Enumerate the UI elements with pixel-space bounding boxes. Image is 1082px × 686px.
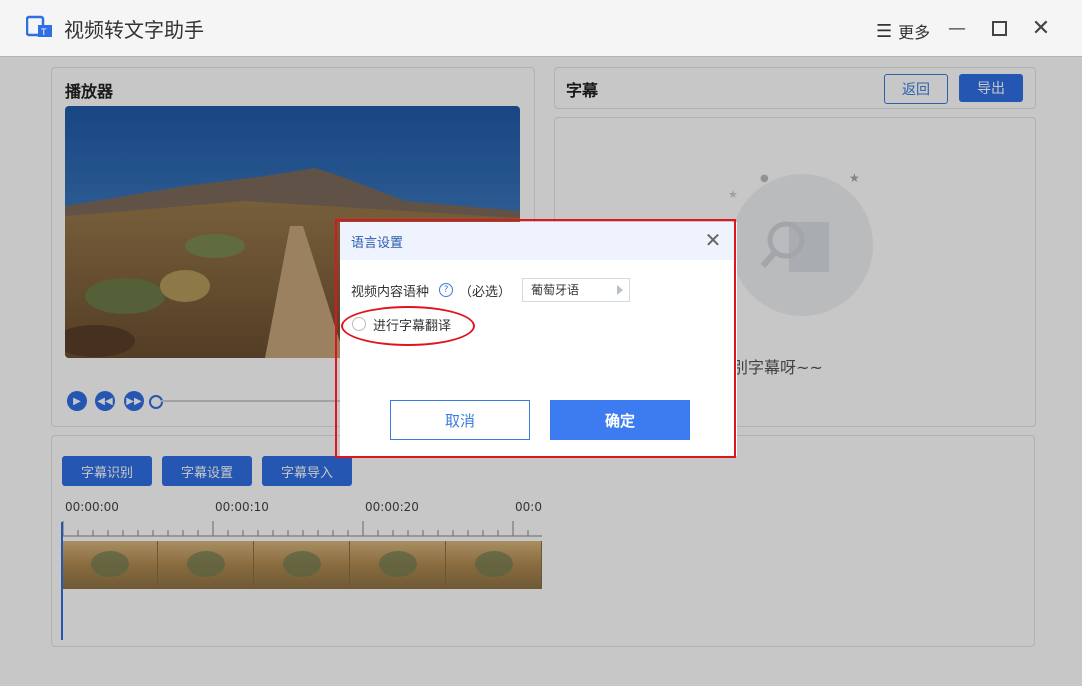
- more-menu[interactable]: ☰ 更多: [876, 19, 930, 43]
- maximize-icon: [991, 20, 1007, 36]
- app-title: 视频转文字助手: [64, 18, 204, 42]
- close-window-button[interactable]: ✕: [1029, 16, 1053, 41]
- more-label: 更多: [898, 23, 931, 42]
- svg-text:T: T: [41, 27, 47, 37]
- minimize-button[interactable]: —: [945, 16, 969, 40]
- maximize-button[interactable]: [987, 16, 1011, 40]
- menu-icon: ☰: [876, 20, 893, 42]
- highlight-frame: [335, 219, 736, 458]
- app-logo-icon: T: [26, 15, 52, 37]
